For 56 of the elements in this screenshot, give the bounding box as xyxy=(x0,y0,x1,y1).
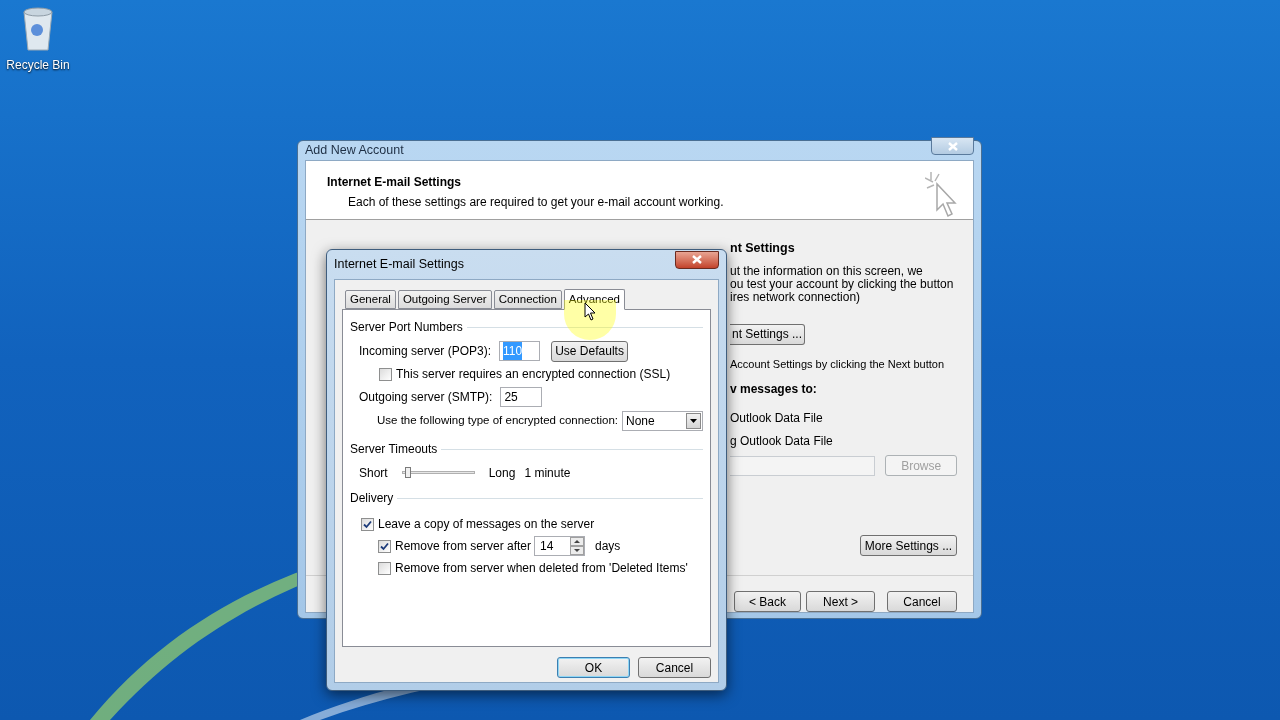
test-settings-button[interactable]: nt Settings ... xyxy=(730,323,805,345)
checkbox-label: Remove from server after xyxy=(395,538,530,555)
group-title: Server Port Numbers xyxy=(350,319,463,336)
field-value: 110 xyxy=(503,342,523,360)
checkbox[interactable] xyxy=(379,367,392,381)
timeout-slider[interactable] xyxy=(401,467,475,478)
more-settings-button[interactable]: More Settings ... xyxy=(860,535,957,556)
radio-label: Outlook Data File xyxy=(730,410,824,427)
port-field[interactable]: 25 xyxy=(500,387,543,407)
radio-label: g Outlook Data File xyxy=(730,433,834,450)
dialog-title: Internet E-mail Settings xyxy=(334,256,464,274)
window-title: Add New Account xyxy=(305,142,404,159)
days-spinner[interactable]: 14 xyxy=(534,536,585,556)
tab[interactable]: Outgoing Server xyxy=(397,290,492,309)
description-text: ires network connection) xyxy=(730,290,861,304)
recycle-bin-icon[interactable] xyxy=(21,6,55,52)
section-heading: v messages to: xyxy=(730,381,818,398)
close-button[interactable] xyxy=(931,137,974,156)
slider-reading: 1 minute xyxy=(524,464,571,482)
close-icon xyxy=(692,255,702,264)
tab[interactable]: Advanced xyxy=(563,289,625,310)
checkbox-label: This server requires an encrypted connection (SSL) xyxy=(396,366,671,383)
checkbox[interactable] xyxy=(378,561,391,575)
slider-thumb[interactable] xyxy=(405,467,412,478)
desktop-icon-label[interactable]: Recycle Bin xyxy=(6,56,70,74)
checkbox[interactable] xyxy=(361,517,374,531)
header-title: Internet E-mail Settings xyxy=(327,173,463,191)
encryption-dropdown[interactable]: None xyxy=(622,411,703,431)
unit-label: days xyxy=(595,538,621,555)
back-button[interactable]: < Back xyxy=(734,591,802,612)
tab[interactable]: Connection xyxy=(493,290,562,309)
close-icon xyxy=(947,141,958,151)
cancel-button[interactable]: Cancel xyxy=(887,591,957,612)
field-label: Use the following type of encrypted connection: xyxy=(377,413,618,429)
slider-min-label: Short xyxy=(359,464,388,482)
field-label: Outgoing server (SMTP): xyxy=(359,389,493,406)
tab[interactable]: General xyxy=(345,290,396,309)
instruction-text: Account Settings by clicking the Next button xyxy=(730,356,944,372)
group-title: Delivery xyxy=(350,490,394,507)
header-subtitle: Each of these settings are required to get your e-mail account working. xyxy=(347,193,724,211)
description-text: ou test your account by clicking the button xyxy=(730,277,955,291)
file-path-field[interactable] xyxy=(730,455,876,476)
next-button[interactable]: Next > xyxy=(806,591,876,612)
checkbox-label: Remove from server when deleted from 'Deleted Items' xyxy=(395,560,688,577)
use-defaults-button[interactable]: Use Defaults xyxy=(551,340,629,362)
section-heading: nt Settings xyxy=(730,239,796,257)
slider-max-label: Long xyxy=(488,464,516,482)
group-title: Server Timeouts xyxy=(350,441,438,458)
caret-icon xyxy=(690,419,697,423)
cancel-button[interactable]: Cancel xyxy=(638,657,711,678)
checkbox-label: Leave a copy of messages on the server xyxy=(378,516,595,533)
description-text: ut the information on this screen, we xyxy=(730,264,924,278)
close-button[interactable] xyxy=(675,250,719,269)
checkbox[interactable] xyxy=(378,539,391,553)
ok-button[interactable]: OK xyxy=(557,657,630,678)
field-label: Incoming server (POP3): xyxy=(359,343,492,360)
